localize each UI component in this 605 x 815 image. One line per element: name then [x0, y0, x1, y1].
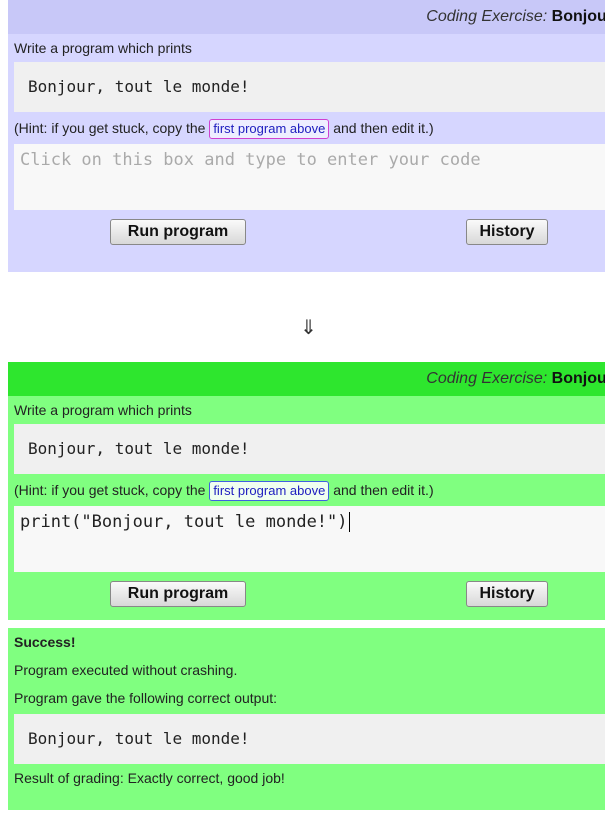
actual-output-box: Bonjour, tout le monde!: [14, 714, 605, 764]
transition-arrow: ⇓: [300, 315, 317, 339]
history-button[interactable]: History: [466, 219, 548, 245]
exercise-title-name: Bonjour: [551, 370, 605, 387]
exercise-panel-before: Coding Exercise: Bonjour Write a program…: [8, 0, 605, 272]
code-editor[interactable]: print("Bonjour, tout le monde!"): [14, 506, 605, 572]
result-line-executed: Program executed without crashing.: [14, 662, 238, 678]
button-row: Run program History: [8, 572, 605, 620]
result-status: Success!: [14, 634, 76, 650]
exercise-title-name: Bonjour: [551, 8, 605, 25]
exercise-panel-after: Coding Exercise: Bonjour Write a program…: [8, 362, 605, 810]
run-program-button[interactable]: Run program: [110, 581, 246, 607]
exercise-title-label: Coding Exercise:: [426, 8, 548, 25]
instruction-text: Write a program which prints: [14, 40, 192, 56]
grading-result: Result of grading: Exactly correct, good…: [14, 770, 285, 786]
result-separator: [8, 620, 605, 628]
first-program-link[interactable]: first program above: [209, 481, 330, 501]
hint-suffix: and then edit it.): [333, 482, 434, 498]
code-editor[interactable]: Click on this box and type to enter your…: [14, 144, 605, 210]
page: Coding Exercise: Bonjour Write a program…: [0, 0, 605, 815]
text-caret: [348, 512, 350, 532]
instruction-text: Write a program which prints: [14, 402, 192, 418]
exercise-title-bar: Coding Exercise: Bonjour: [8, 0, 605, 34]
exercise-title-bar: Coding Exercise: Bonjour: [8, 362, 605, 396]
code-editor-text: print("Bonjour, tout le monde!"): [20, 512, 348, 532]
button-row: Run program History: [8, 210, 605, 258]
exercise-title-label: Coding Exercise:: [426, 370, 548, 387]
hint-line: (Hint: if you get stuck, copy the first …: [8, 112, 605, 144]
hint-line: (Hint: if you get stuck, copy the first …: [8, 474, 605, 506]
run-program-button[interactable]: Run program: [110, 219, 246, 245]
hint-prefix: (Hint: if you get stuck, copy the: [14, 482, 206, 498]
expected-output-box: Bonjour, tout le monde!: [14, 62, 605, 112]
hint-prefix: (Hint: if you get stuck, copy the: [14, 120, 206, 136]
first-program-link[interactable]: first program above: [209, 119, 330, 139]
expected-output-box: Bonjour, tout le monde!: [14, 424, 605, 474]
history-button[interactable]: History: [466, 581, 548, 607]
hint-suffix: and then edit it.): [333, 120, 434, 136]
result-line-output-intro: Program gave the following correct outpu…: [14, 690, 278, 706]
